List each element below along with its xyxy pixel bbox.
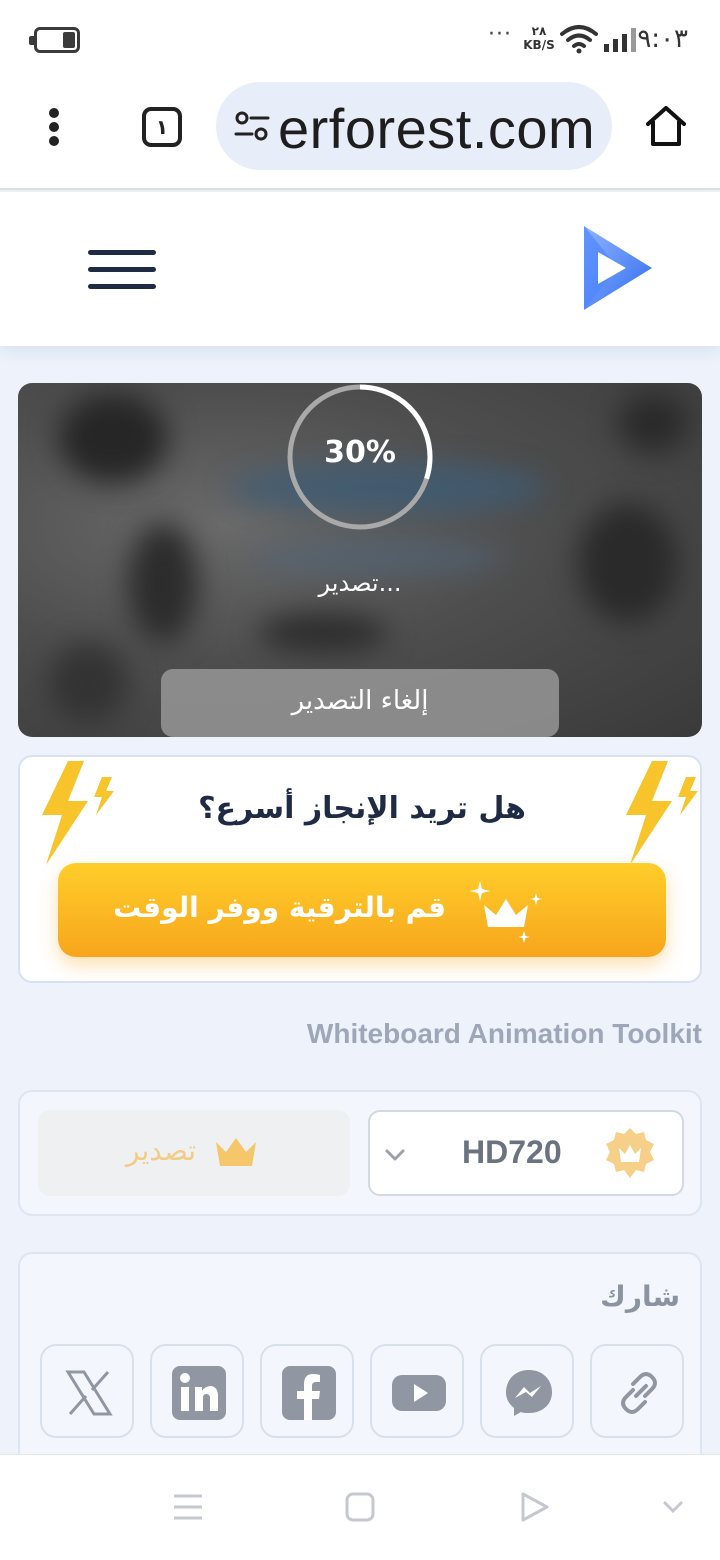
share-title: شارك bbox=[600, 1280, 680, 1313]
network-speed-unit: KB/S bbox=[523, 38, 555, 52]
facebook-icon bbox=[282, 1366, 336, 1420]
quality-value: HD720 bbox=[462, 1134, 562, 1170]
play-logo-icon[interactable] bbox=[580, 222, 656, 314]
crown-sparkle-icon bbox=[470, 881, 542, 943]
upgrade-card: هل تريد الإنجاز أسرع؟ قم بالترقية ووفر ا… bbox=[18, 755, 702, 983]
toolkit-title: Whiteboard Animation Toolkit bbox=[306, 1018, 702, 1049]
quality-select[interactable]: HD720 bbox=[368, 1110, 684, 1196]
export-button-label: تصدير bbox=[126, 1134, 197, 1167]
url-text[interactable]: erforest.com bbox=[278, 96, 595, 161]
export-button[interactable]: تصدير bbox=[38, 1110, 350, 1196]
menu-kebab-icon[interactable] bbox=[44, 108, 64, 148]
share-facebook-button[interactable] bbox=[260, 1344, 354, 1438]
site-settings-icon[interactable] bbox=[234, 110, 270, 142]
home-square-icon[interactable] bbox=[344, 1491, 376, 1523]
export-progress-percent: 30% bbox=[324, 435, 396, 470]
network-speed-value: ٢٨ bbox=[531, 24, 547, 38]
battery-icon bbox=[29, 27, 80, 53]
x-icon bbox=[65, 1370, 113, 1416]
export-status-text: تصدير... bbox=[318, 569, 402, 597]
premium-badge-icon bbox=[606, 1128, 654, 1178]
status-time: ٩:٠٣ bbox=[637, 24, 688, 54]
video-export-panel: 30% تصدير... إلغاء التصدير bbox=[18, 383, 702, 737]
link-icon bbox=[621, 1372, 657, 1414]
upgrade-button[interactable]: قم بالترقية ووفر الوقت bbox=[58, 863, 666, 957]
share-x-button[interactable] bbox=[40, 1344, 134, 1438]
wifi-icon bbox=[560, 25, 598, 54]
upgrade-question: هل تريد الإنجاز أسرع؟ bbox=[198, 791, 526, 826]
collapse-chevron-icon[interactable] bbox=[662, 1499, 684, 1515]
youtube-icon bbox=[392, 1375, 446, 1411]
share-messenger-button[interactable] bbox=[480, 1344, 574, 1438]
linkedin-icon bbox=[172, 1366, 226, 1420]
address-bar[interactable]: erforest.com bbox=[216, 82, 612, 170]
system-navigation-bar bbox=[0, 1454, 720, 1560]
recents-icon[interactable] bbox=[172, 1491, 204, 1523]
crown-icon bbox=[216, 1138, 256, 1166]
site-header bbox=[0, 192, 720, 346]
messenger-icon bbox=[506, 1370, 552, 1416]
status-overflow-dots: ··· bbox=[488, 22, 512, 47]
export-settings-card: تصدير HD720 bbox=[18, 1090, 702, 1216]
home-icon[interactable] bbox=[644, 104, 688, 148]
tabs-icon[interactable]: ١ bbox=[142, 107, 182, 147]
share-linkedin-button[interactable] bbox=[150, 1344, 244, 1438]
share-link-button[interactable] bbox=[590, 1344, 684, 1438]
share-youtube-button[interactable] bbox=[370, 1344, 464, 1438]
upgrade-button-label: قم بالترقية ووفر الوقت bbox=[113, 891, 446, 924]
chevron-down-icon bbox=[385, 1149, 405, 1161]
signal-icon bbox=[604, 28, 636, 52]
browser-toolbar: ١ erforest.com bbox=[0, 80, 720, 190]
network-speed: ٢٨ KB/S bbox=[521, 24, 557, 52]
back-icon[interactable] bbox=[518, 1491, 550, 1523]
status-bar: ··· ٢٨ KB/S ٩:٠٣ bbox=[0, 0, 720, 80]
cancel-export-button[interactable]: إلغاء التصدير bbox=[161, 669, 559, 737]
hamburger-menu-icon[interactable] bbox=[88, 250, 156, 290]
